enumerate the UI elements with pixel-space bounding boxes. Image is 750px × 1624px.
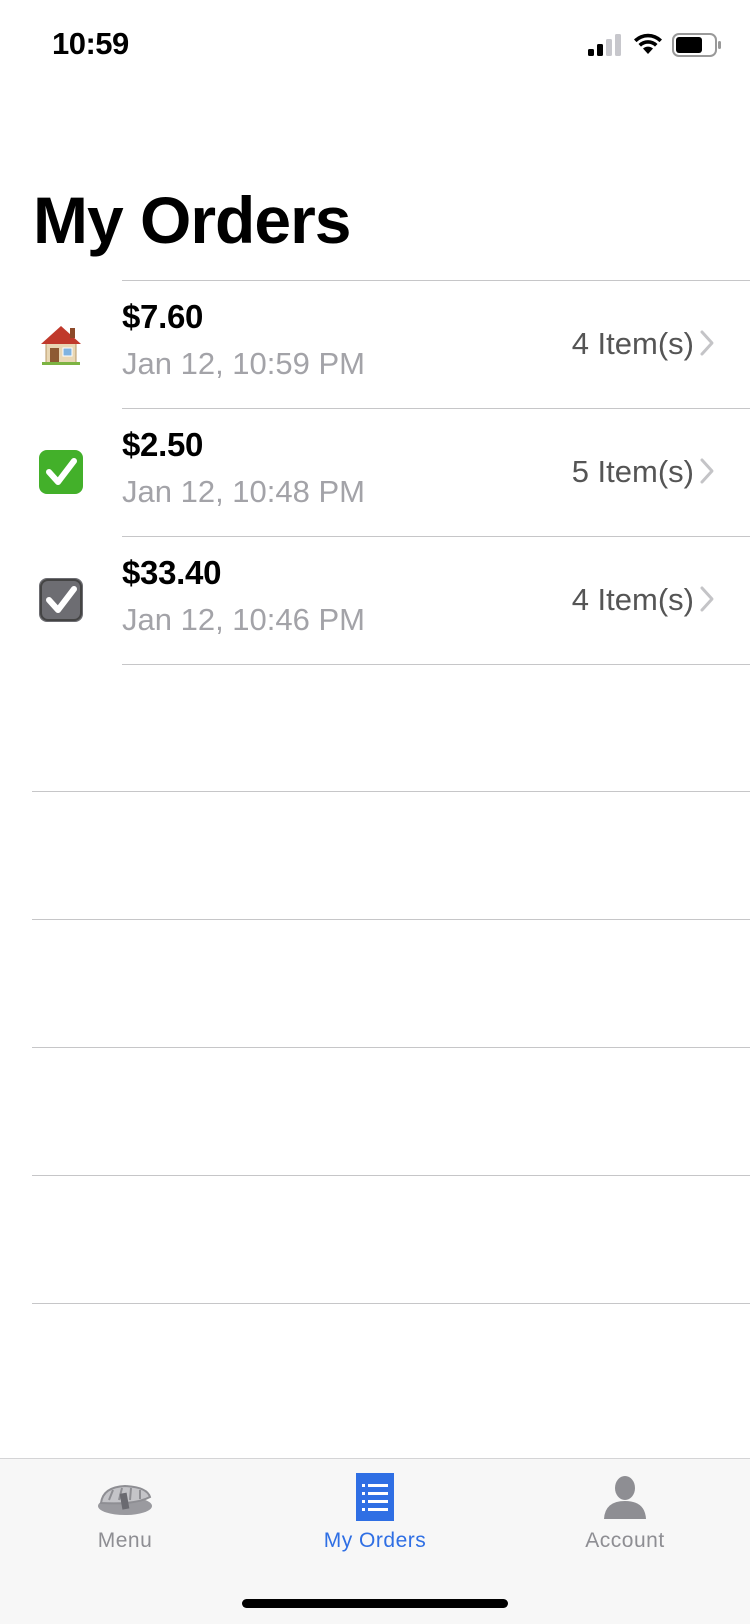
- order-item-count: 4 Item(s): [571, 582, 694, 617]
- signal-icon: [588, 34, 621, 56]
- tab-account[interactable]: Account: [500, 1459, 750, 1569]
- empty-row: [32, 1048, 750, 1176]
- tab-menu[interactable]: Menu: [0, 1459, 250, 1569]
- tab-label: Menu: [97, 1529, 153, 1552]
- empty-row: [32, 792, 750, 920]
- house-icon: [41, 326, 81, 365]
- list-icon: [356, 1473, 394, 1521]
- order-row[interactable]: $33.40 Jan 12, 10:46 PM 4 Item(s): [0, 536, 750, 664]
- sushi-icon: [98, 1484, 152, 1515]
- chevron-right-icon: [700, 586, 714, 612]
- order-date: Jan 12, 10:59 PM: [122, 346, 365, 381]
- empty-row: [32, 664, 750, 792]
- chevron-right-icon: [700, 458, 714, 484]
- tab-bar: Menu My Orders Account: [0, 1458, 750, 1624]
- order-total: $2.50: [122, 426, 204, 463]
- screen: 10:59 My Orders $7.60 Jan 12, 10:59 PM 4…: [0, 0, 750, 1624]
- page-title: My Orders: [33, 183, 351, 257]
- order-total: $7.60: [122, 298, 204, 335]
- order-row[interactable]: $7.60 Jan 12, 10:59 PM 4 Item(s): [0, 280, 750, 408]
- green-check-icon: [39, 450, 83, 494]
- tab-my-orders[interactable]: My Orders: [250, 1459, 500, 1569]
- home-indicator[interactable]: [242, 1599, 508, 1608]
- status-time: 10:59: [52, 26, 129, 61]
- order-row[interactable]: $2.50 Jan 12, 10:48 PM 5 Item(s): [0, 408, 750, 536]
- battery-icon: [672, 33, 721, 57]
- gray-check-icon: [39, 578, 83, 622]
- tab-label: My Orders: [323, 1529, 427, 1552]
- order-date: Jan 12, 10:46 PM: [122, 602, 365, 637]
- wifi-icon: [634, 33, 662, 54]
- empty-row: [32, 920, 750, 1048]
- order-list: $7.60 Jan 12, 10:59 PM 4 Item(s) $2.50 J…: [0, 280, 750, 665]
- person-icon: [604, 1476, 646, 1519]
- order-total: $33.40: [122, 554, 222, 591]
- tab-label: Account: [585, 1529, 665, 1552]
- chevron-right-icon: [700, 330, 714, 356]
- order-item-count: 4 Item(s): [571, 326, 694, 361]
- order-date: Jan 12, 10:48 PM: [122, 474, 365, 509]
- empty-table-rows: [32, 664, 750, 1304]
- status-bar: 10:59: [0, 0, 750, 90]
- empty-row: [32, 1176, 750, 1304]
- order-item-count: 5 Item(s): [571, 454, 694, 489]
